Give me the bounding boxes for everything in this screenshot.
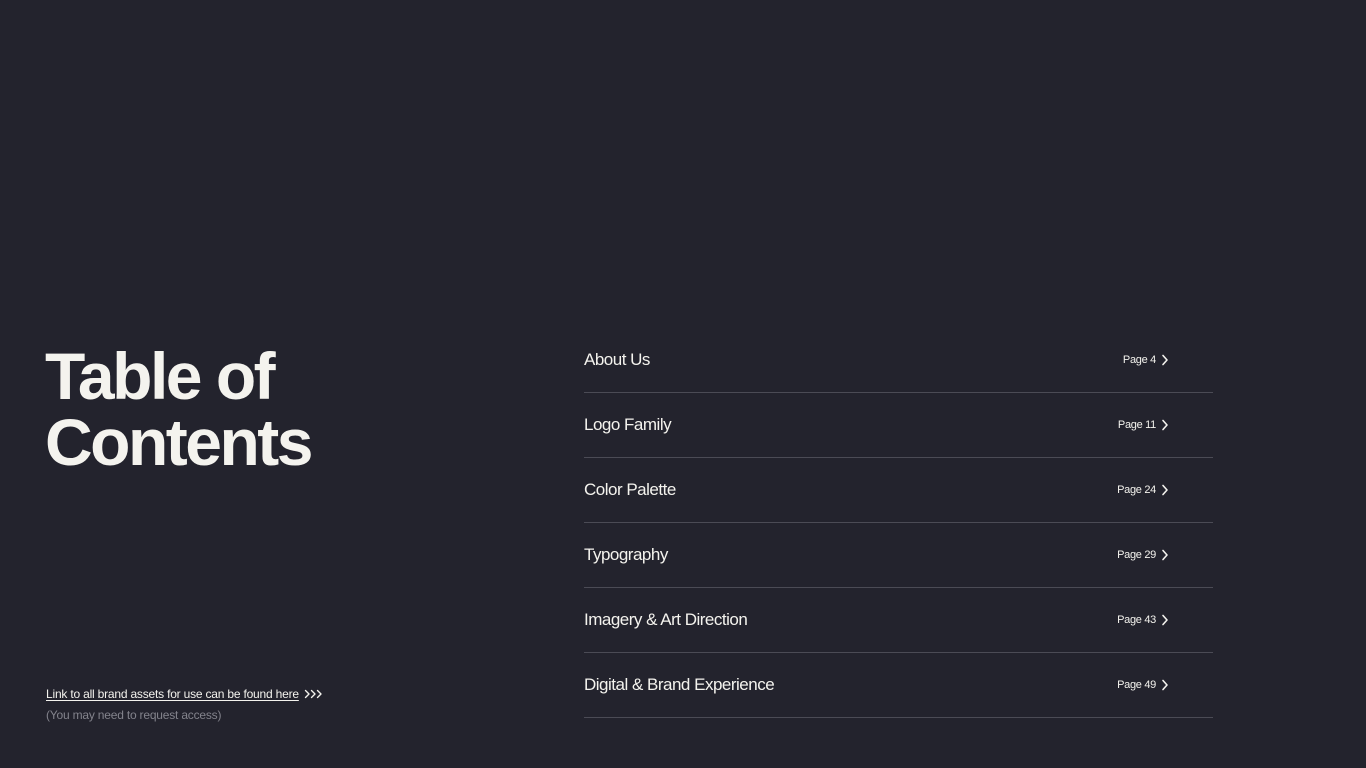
toc-item-digital-brand-experience[interactable]: Digital & Brand Experience Page 49 [584,653,1213,718]
toc-item-page: Page 4 [1123,354,1169,366]
triple-chevron-right-icon [304,689,322,699]
page-title: Table of Contents [45,339,313,479]
toc-item-color-palette[interactable]: Color Palette Page 24 [584,458,1213,523]
chevron-right-icon [1162,484,1168,496]
chevron-right-icon [1162,354,1168,366]
chevron-right-icon [1162,419,1168,431]
chevron-right-icon [1162,614,1168,626]
page-title-line-1: Table of [45,339,276,413]
toc-item-page: Page 29 [1117,549,1169,561]
toc-item-page: Page 24 [1117,484,1169,496]
toc-item-label: Color Palette [584,480,676,499]
toc-item-label: Logo Family [584,415,672,434]
toc-item-page: Page 49 [1117,679,1169,691]
toc-page-number: Page 11 [1117,419,1156,431]
chevron-right-icon [1162,679,1168,691]
access-note: (You may need to request access) [46,708,222,722]
toc-page-number: Page 29 [1117,549,1156,561]
table-of-contents-list: About Us Page 4 Logo Family Page 11 Colo… [584,328,1213,718]
toc-item-about-us[interactable]: About Us Page 4 [584,328,1213,393]
toc-item-page: Page 11 [1118,419,1169,431]
brand-assets-link-label: Link to all brand assets for use can be … [46,687,299,701]
page-title-line-2: Contents [45,405,313,479]
toc-page-number: Page 43 [1117,614,1156,626]
chevron-right-icon [1162,549,1168,561]
toc-item-page: Page 43 [1117,614,1169,626]
toc-item-label: About Us [584,350,650,369]
toc-page-number: Page 24 [1117,484,1156,496]
toc-item-label: Digital & Brand Experience [584,675,775,694]
toc-item-imagery-art-direction[interactable]: Imagery & Art Direction Page 43 [584,588,1213,653]
toc-item-label: Typography [584,545,668,564]
toc-item-label: Imagery & Art Direction [584,610,748,629]
brand-assets-section: Link to all brand assets for use can be … [46,686,323,723]
toc-page-number: Page 4 [1122,354,1156,366]
toc-item-logo-family[interactable]: Logo Family Page 11 [584,393,1213,458]
toc-item-typography[interactable]: Typography Page 29 [584,523,1213,588]
toc-page-number: Page 49 [1117,679,1156,691]
brand-assets-link[interactable]: Link to all brand assets for use can be … [46,686,323,702]
